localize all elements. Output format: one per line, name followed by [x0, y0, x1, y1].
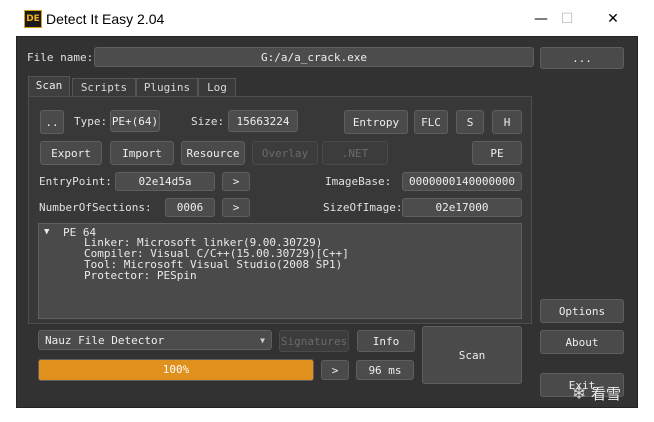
close-button[interactable]: ✕ [590, 6, 636, 32]
pe-button[interactable]: PE [472, 141, 522, 165]
entropy-button[interactable]: Entropy [344, 110, 408, 134]
file-name-label: File name: [27, 51, 94, 64]
sections-value: 0006 [165, 198, 215, 217]
signatures-button[interactable]: Signatures [279, 330, 349, 352]
imagebase-label: ImageBase: [325, 175, 392, 188]
file-name-field[interactable]: G:/a/a_crack.exe [94, 47, 534, 67]
scan-time-value: 96 ms [356, 360, 414, 380]
tab-plugins[interactable]: Plugins [136, 78, 198, 96]
about-button[interactable]: About [540, 330, 624, 354]
resource-button[interactable]: Resource [181, 141, 245, 165]
tree-item-protector[interactable]: Protector: PESpin [84, 270, 197, 281]
export-button[interactable]: Export [40, 141, 102, 165]
type-label: Type: [74, 115, 108, 128]
progress-text: 100% [162, 363, 190, 376]
detector-select[interactable]: Nauz File Detector ▼ [38, 330, 272, 350]
info-button[interactable]: Info [357, 330, 415, 352]
sizeofimage-label: SizeOfImage: [323, 201, 403, 214]
scan-more-button[interactable]: > [321, 360, 349, 380]
watermark-text: 看雪 [591, 385, 622, 403]
net-button[interactable]: .NET [322, 141, 388, 165]
entrypoint-label: EntryPoint: [39, 175, 112, 188]
dropdown-arrow-icon: ▼ [260, 336, 265, 345]
entrypoint-value: 02e14d5a [115, 172, 215, 191]
size-label: Size: [191, 115, 225, 128]
sizeofimage-value: 02e17000 [402, 198, 522, 217]
maximize-button[interactable]: ☐ [544, 6, 590, 32]
watermark: ❄ 看雪 [572, 382, 652, 406]
snowflake-icon: ❄ [572, 384, 587, 404]
type-value: PE+(64) [110, 110, 160, 132]
sections-more-button[interactable]: > [222, 198, 250, 217]
results-tree[interactable]: ▼ PE 64 Linker: Microsoft linker(9.00.30… [38, 223, 522, 319]
tab-log[interactable]: Log [198, 78, 236, 96]
tab-scripts[interactable]: Scripts [72, 78, 136, 96]
window-title: Detect It Easy 2.04 [46, 11, 165, 27]
browse-button[interactable]: ... [540, 47, 624, 69]
app-logo-icon: DE [24, 10, 42, 28]
flc-button[interactable]: FLC [414, 110, 448, 134]
parent-dir-button[interactable]: .. [40, 110, 64, 134]
sections-label: NumberOfSections: [39, 201, 152, 214]
entrypoint-more-button[interactable]: > [222, 172, 250, 191]
collapse-arrow-icon[interactable]: ▼ [44, 227, 49, 238]
progress-bar: 100% [38, 359, 314, 381]
strings-button[interactable]: S [456, 110, 484, 134]
detector-select-value: Nauz File Detector [45, 333, 165, 347]
import-button[interactable]: Import [110, 141, 174, 165]
tab-scan[interactable]: Scan [28, 76, 70, 96]
overlay-button[interactable]: Overlay [252, 141, 318, 165]
options-button[interactable]: Options [540, 299, 624, 323]
scan-button[interactable]: Scan [422, 326, 522, 384]
imagebase-value: 0000000140000000 [402, 172, 522, 191]
hex-button[interactable]: H [492, 110, 522, 134]
size-value: 15663224 [228, 110, 298, 132]
